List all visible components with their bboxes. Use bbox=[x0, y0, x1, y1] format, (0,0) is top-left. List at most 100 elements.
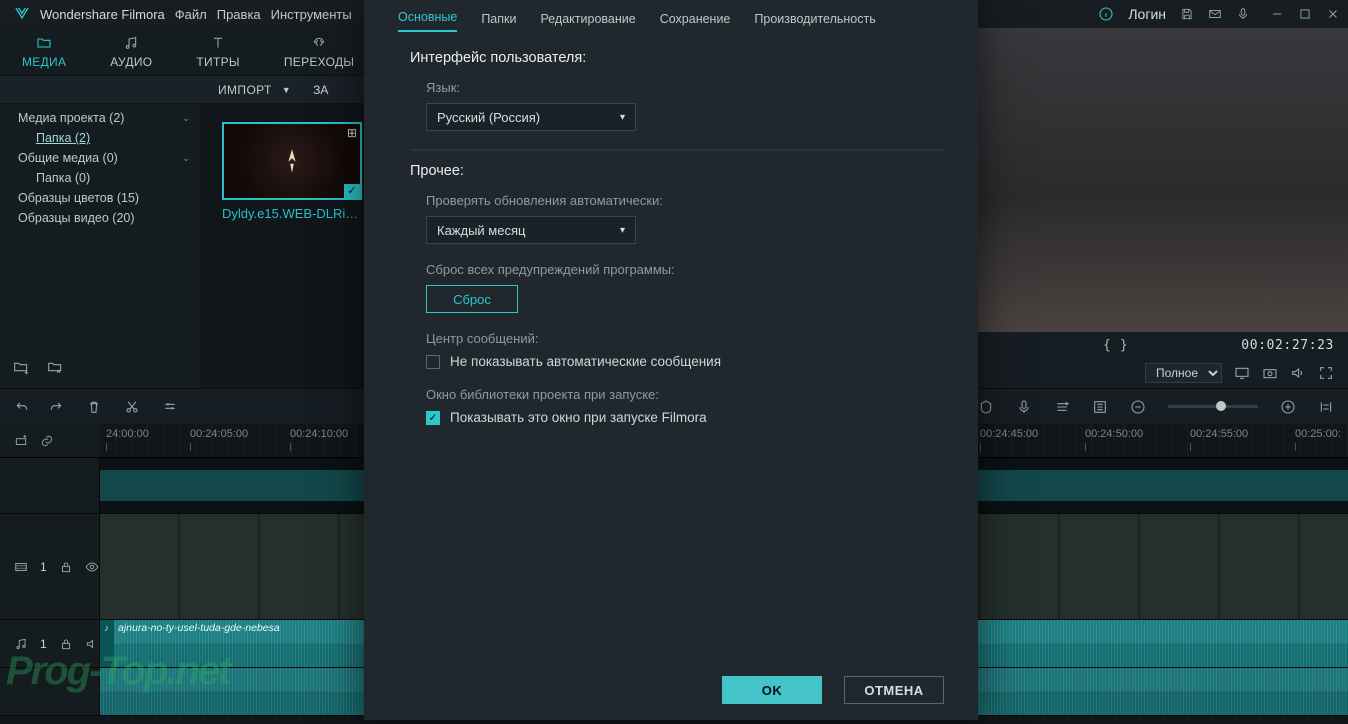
reset-button[interactable]: Сброс bbox=[426, 285, 518, 313]
preview-markers[interactable]: { } bbox=[1103, 338, 1128, 353]
tab-transitions[interactable]: ПЕРЕХОДЫ bbox=[284, 35, 354, 69]
maximize-icon[interactable] bbox=[1298, 7, 1312, 21]
menu-edit[interactable]: Правка bbox=[217, 7, 261, 22]
save-icon[interactable] bbox=[1180, 7, 1194, 21]
undo-icon[interactable] bbox=[14, 399, 30, 415]
app-name: Wondershare Filmora bbox=[40, 7, 165, 22]
chevron-down-icon: ⌄ bbox=[182, 153, 190, 164]
chevron-down-icon: ▼ bbox=[282, 85, 291, 95]
tab-audio-label: АУДИО bbox=[110, 55, 152, 69]
clip-label: Dyldy.e15.WEB-DLRip... bbox=[222, 206, 362, 221]
music-icon bbox=[123, 35, 139, 51]
adjust-icon[interactable] bbox=[162, 399, 178, 415]
delete-icon[interactable] bbox=[86, 399, 102, 415]
language-select[interactable]: Русский (Россия) ▾ bbox=[426, 103, 636, 131]
ruler-tick: 00:24:45:00 bbox=[980, 428, 1038, 440]
language-label: Язык: bbox=[426, 80, 944, 95]
tree-video-samples[interactable]: Образцы видео (20) bbox=[0, 208, 200, 228]
zoom-slider[interactable] bbox=[1168, 405, 1258, 408]
cancel-button[interactable]: ОТМЕНА bbox=[844, 676, 944, 704]
redo-icon[interactable] bbox=[48, 399, 64, 415]
transition-icon bbox=[311, 35, 327, 51]
volume-icon[interactable] bbox=[1290, 365, 1306, 381]
display-icon[interactable] bbox=[1234, 365, 1250, 381]
fullscreen-icon[interactable] bbox=[1318, 365, 1334, 381]
menu-tools[interactable]: Инструменты bbox=[271, 7, 352, 22]
close-icon[interactable] bbox=[1326, 7, 1340, 21]
ruler-tick: 00:24:05:00 bbox=[190, 428, 248, 440]
mute-icon[interactable] bbox=[85, 637, 99, 651]
music-panel-icon[interactable] bbox=[1054, 399, 1070, 415]
settings-tabs: Основные Папки Редактирование Сохранение… bbox=[364, 0, 978, 32]
tree-shared-media[interactable]: Общие медиа (0)⌄ bbox=[0, 148, 200, 168]
remove-folder-icon[interactable] bbox=[48, 360, 64, 376]
app-logo-icon bbox=[14, 6, 30, 22]
audio-track-badge: 1 bbox=[40, 637, 47, 651]
clip-card[interactable]: Dyldy.e15.WEB-DLRip... bbox=[222, 122, 362, 221]
section-misc-title: Прочее: bbox=[410, 163, 944, 179]
lock-icon[interactable] bbox=[59, 637, 73, 651]
login-button[interactable]: Логин bbox=[1128, 6, 1166, 22]
ruler-tick: 00:24:50:00 bbox=[1085, 428, 1143, 440]
video-track-icon bbox=[14, 560, 28, 574]
snapshot-icon[interactable] bbox=[1262, 365, 1278, 381]
settings-tab-folders[interactable]: Папки bbox=[481, 12, 516, 32]
minimize-icon[interactable] bbox=[1270, 7, 1284, 21]
voiceover-icon[interactable] bbox=[1016, 399, 1032, 415]
save-row-label[interactable]: ЗА bbox=[313, 83, 328, 97]
folder-icon bbox=[36, 35, 52, 51]
cut-icon[interactable] bbox=[124, 399, 140, 415]
link-icon[interactable] bbox=[40, 434, 54, 448]
tree-project-folder[interactable]: Папка (2) bbox=[0, 128, 200, 148]
preview-video[interactable] bbox=[976, 28, 1348, 332]
add-track-icon[interactable] bbox=[14, 434, 28, 448]
mixer-icon[interactable] bbox=[1092, 399, 1108, 415]
info-icon[interactable] bbox=[1098, 6, 1114, 22]
mail-icon[interactable] bbox=[1208, 7, 1222, 21]
tab-titles[interactable]: ТИТРЫ bbox=[196, 35, 239, 69]
tab-audio[interactable]: АУДИО bbox=[110, 35, 152, 69]
center-label: Центр сообщений: bbox=[426, 331, 944, 346]
reset-label: Сброс всех предупреждений программы: bbox=[426, 262, 944, 277]
marker-icon[interactable] bbox=[978, 399, 994, 415]
startup-window-checkbox[interactable]: ✓ Показывать это окно при запуске Filmor… bbox=[426, 410, 944, 425]
mic-icon[interactable] bbox=[1236, 7, 1250, 21]
tab-media[interactable]: МЕДИА bbox=[22, 35, 66, 69]
ok-button[interactable]: OK bbox=[722, 676, 822, 704]
preview-timecode: 00:02:27:23 bbox=[1241, 338, 1334, 353]
visibility-icon[interactable] bbox=[85, 560, 99, 574]
preview-quality-select[interactable]: Полное bbox=[1145, 363, 1222, 383]
settings-tab-general[interactable]: Основные bbox=[398, 10, 457, 32]
video-track-badge: 1 bbox=[40, 560, 47, 574]
tree-shared-folder[interactable]: Папка (0) bbox=[0, 168, 200, 188]
section-ui-title: Интерфейс пользователя: bbox=[410, 50, 944, 66]
auto-messages-checkbox[interactable]: Не показывать автоматические сообщения bbox=[426, 354, 944, 369]
chevron-down-icon: ▾ bbox=[620, 112, 625, 123]
chevron-down-icon: ⌄ bbox=[182, 113, 190, 124]
lock-icon[interactable] bbox=[59, 560, 73, 574]
clip-art-icon bbox=[281, 147, 303, 175]
zoom-out-icon[interactable] bbox=[1130, 399, 1146, 415]
chevron-down-icon: ▾ bbox=[620, 225, 625, 236]
zoom-in-icon[interactable] bbox=[1280, 399, 1296, 415]
ruler-tick: 24:00:00 bbox=[106, 428, 149, 440]
tree-color-samples[interactable]: Образцы цветов (15) bbox=[0, 188, 200, 208]
preview-panel: { } 00:02:27:23 Полное bbox=[976, 28, 1348, 388]
import-button[interactable]: ИМПОРТ ▼ bbox=[218, 83, 291, 97]
media-tree: Медиа проекта (2)⌄ Папка (2) Общие медиа… bbox=[0, 104, 200, 388]
settings-tab-saving[interactable]: Сохранение bbox=[660, 12, 731, 32]
updates-select[interactable]: Каждый месяц ▾ bbox=[426, 216, 636, 244]
settings-tab-editing[interactable]: Редактирование bbox=[540, 12, 635, 32]
tab-transitions-label: ПЕРЕХОДЫ bbox=[284, 55, 354, 69]
zoom-fit-icon[interactable] bbox=[1318, 399, 1334, 415]
audio-clip-label: ajnura-no-ty-usel-tuda-gde-nebesa bbox=[118, 622, 280, 634]
checkbox-icon bbox=[426, 355, 440, 369]
tab-titles-label: ТИТРЫ bbox=[196, 55, 239, 69]
clip-thumbnail[interactable] bbox=[222, 122, 362, 200]
ruler-tick: 00:24:55:00 bbox=[1190, 428, 1248, 440]
menu-file[interactable]: Файл bbox=[175, 7, 207, 22]
tree-project-media[interactable]: Медиа проекта (2)⌄ bbox=[0, 108, 200, 128]
settings-tab-performance[interactable]: Производительность bbox=[754, 12, 875, 32]
add-folder-icon[interactable] bbox=[14, 360, 30, 376]
startup-label: Окно библиотеки проекта при запуске: bbox=[426, 387, 944, 402]
